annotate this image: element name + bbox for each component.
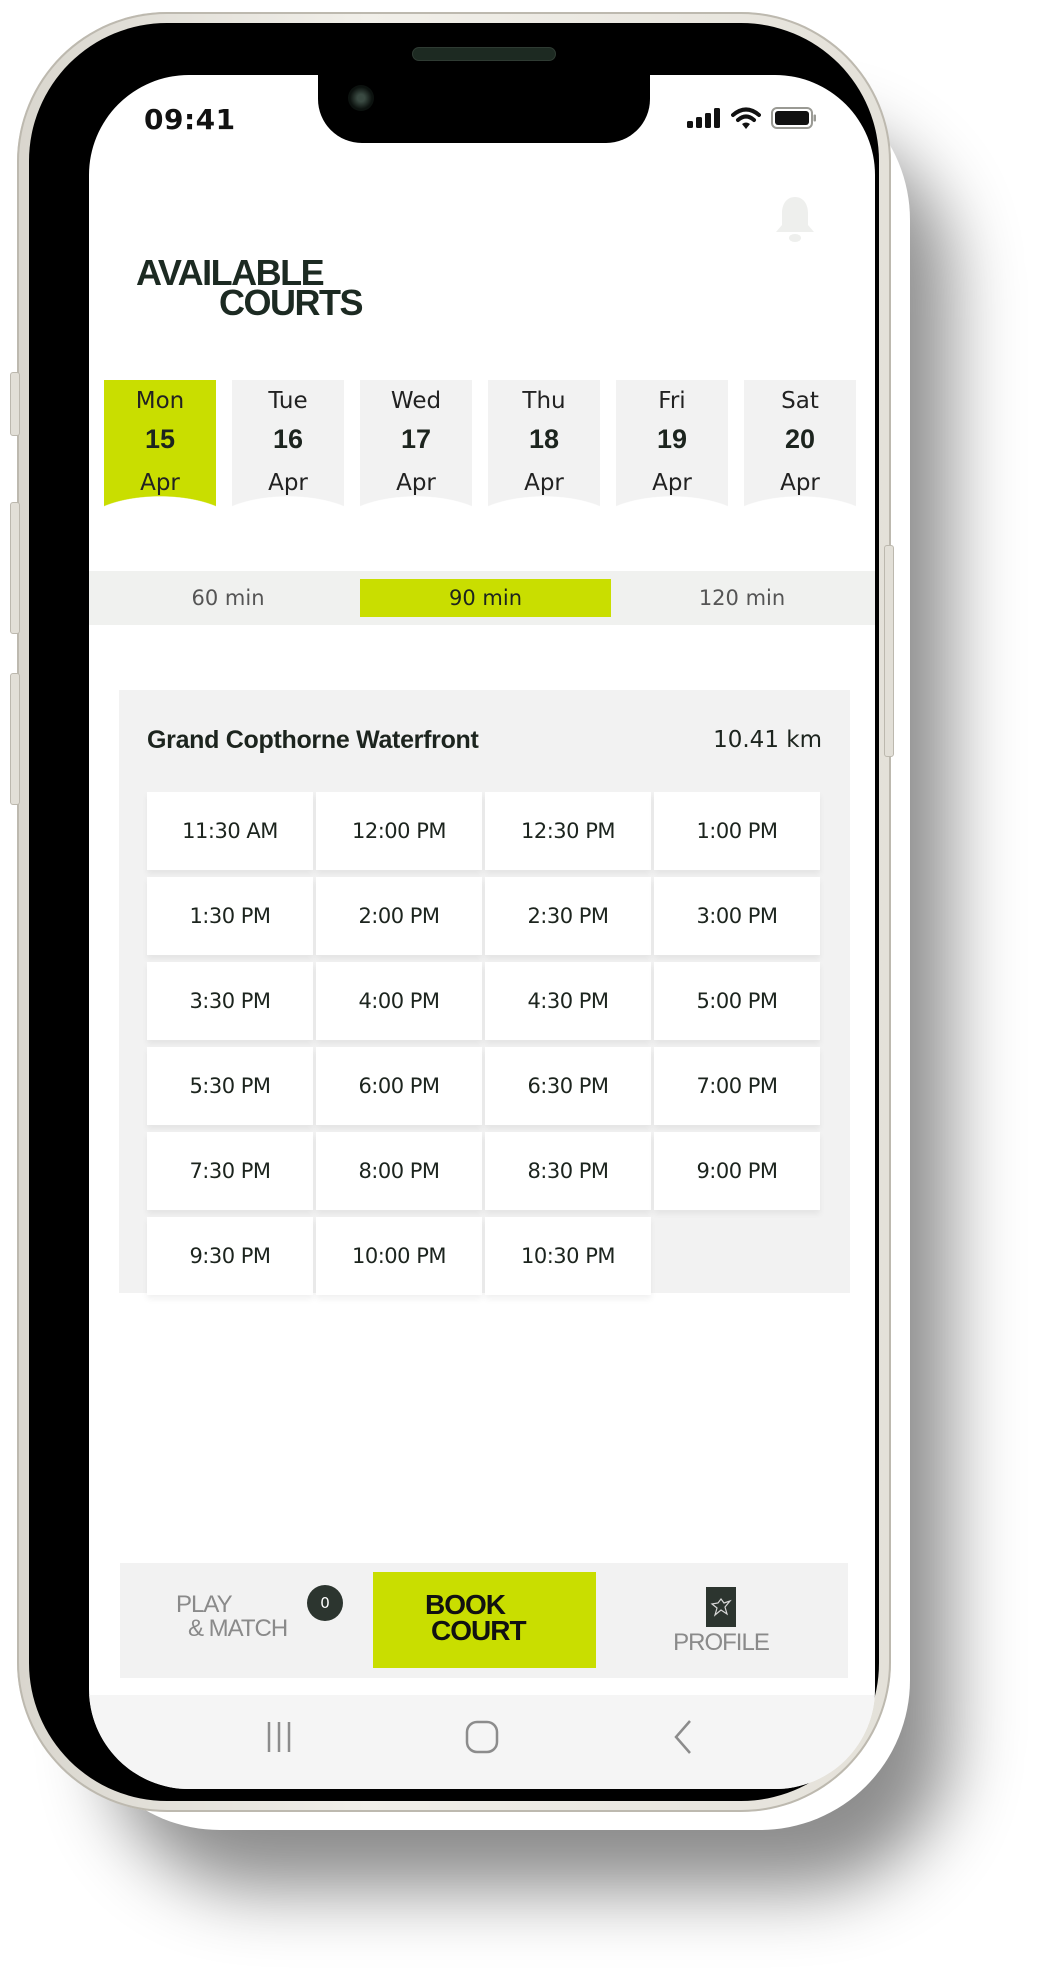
bottom-nav: PLAY & MATCH 0 BOOK COURT PROFILE [120,1563,848,1678]
time-slot[interactable]: 3:00 PM [654,877,820,955]
time-slot-grid: 11:30 AM 12:00 PM 12:30 PM 1:00 PM 1:30 … [147,792,820,1299]
time-slot[interactable]: 8:00 PM [316,1132,482,1210]
page-title: AVAILABLE COURTS [136,255,364,321]
battery-icon [771,107,816,129]
back-icon [674,1720,691,1754]
time-slot[interactable]: 9:00 PM [654,1132,820,1210]
bell-icon [776,197,814,242]
date-day: 18 [528,424,560,454]
side-button-power [884,545,894,757]
nav-profile[interactable]: PROFILE [666,1587,776,1657]
nav-play-label-line1: PLAY [176,1591,233,1618]
date-weekday: Wed [390,388,442,414]
time-slot[interactable]: 8:30 PM [485,1132,651,1210]
nav-play-and-match[interactable]: PLAY & MATCH [176,1591,288,1642]
duration-selector: 60 min 90 min 120 min [89,571,875,625]
time-slot[interactable]: 2:00 PM [316,877,482,955]
date-month: Apr [780,470,820,496]
date-day: 20 [784,424,816,454]
signal-icon [687,108,720,128]
system-nav-bar [89,1695,875,1789]
time-slot[interactable]: 1:30 PM [147,877,313,955]
date-tab-sat-20[interactable]: Sat 20 Apr [744,380,856,530]
venue-name: Grand Copthorne Waterfront [147,726,479,754]
time-slot[interactable]: 5:00 PM [654,962,820,1040]
time-slot[interactable]: 4:00 PM [316,962,482,1040]
camera-icon [348,85,374,111]
recents-icon [267,1722,291,1752]
date-tab-fri-19[interactable]: Fri 19 Apr [616,380,728,530]
duration-option-60[interactable]: 60 min [103,579,353,617]
time-slot[interactable]: 7:00 PM [654,1047,820,1125]
date-month: Apr [268,470,308,496]
venue-distance: 10.41 km [713,727,822,753]
speaker-grille [412,47,556,61]
home-button[interactable] [462,1717,502,1761]
date-day: 16 [272,424,304,454]
time-slot[interactable]: 12:30 PM [485,792,651,870]
time-slot[interactable]: 11:30 AM [147,792,313,870]
recents-button[interactable] [259,1717,299,1761]
notifications-button[interactable] [773,195,817,249]
play-match-badge: 0 [307,1585,343,1621]
date-weekday: Thu [522,388,566,414]
venue-card: Grand Copthorne Waterfront 10.41 km 11:3… [119,690,850,1295]
date-month: Apr [524,470,564,496]
date-month: Apr [396,470,436,496]
back-button[interactable] [664,1717,704,1761]
side-button-volume-up [10,502,20,634]
time-slot[interactable]: 12:00 PM [316,792,482,870]
screen: 09:41 AVAILABLE COURTS Mon 15 Apr Tue 16… [89,75,875,1789]
date-tab-wed-17[interactable]: Wed 17 Apr [360,380,472,530]
time-slot[interactable]: 10:30 PM [485,1217,651,1295]
status-time: 09:41 [144,103,236,136]
home-icon [465,1720,499,1754]
phone-bezel: 09:41 AVAILABLE COURTS Mon 15 Apr Tue 16… [29,23,879,1801]
time-slot[interactable]: 3:30 PM [147,962,313,1040]
date-weekday: Sat [781,388,819,414]
date-weekday: Fri [658,388,686,414]
status-icons [687,107,817,129]
duration-option-120[interactable]: 120 min [617,579,867,617]
time-slot[interactable]: 2:30 PM [485,877,651,955]
date-weekday: Tue [268,388,308,414]
time-slot[interactable]: 5:30 PM [147,1047,313,1125]
date-day: 19 [656,424,688,454]
profile-avatar-icon [706,1587,736,1627]
notch [318,75,650,143]
time-slot[interactable]: 7:30 PM [147,1132,313,1210]
time-slot[interactable]: 10:00 PM [316,1217,482,1295]
wifi-icon [731,107,761,129]
time-slot[interactable]: 6:30 PM [485,1047,651,1125]
date-picker: Mon 15 Apr Tue 16 Apr Wed 17 Apr Thu 18 … [104,380,856,530]
time-slot[interactable]: 9:30 PM [147,1217,313,1295]
date-month: Apr [652,470,692,496]
date-day: 17 [400,424,432,454]
time-slot[interactable]: 1:00 PM [654,792,820,870]
date-month: Apr [140,470,180,496]
side-button-action [10,372,20,436]
duration-option-90[interactable]: 90 min [360,579,611,617]
date-tab-mon-15[interactable]: Mon 15 Apr [104,380,216,530]
nav-play-label-line2: & MATCH [188,1615,288,1642]
nav-profile-label: PROFILE [673,1629,770,1656]
side-button-volume-down [10,673,20,805]
date-day: 15 [144,424,176,454]
nav-book-court[interactable]: BOOK COURT [373,1572,596,1668]
time-slot[interactable]: 4:30 PM [485,962,651,1040]
date-tab-tue-16[interactable]: Tue 16 Apr [232,380,344,530]
time-slot[interactable]: 6:00 PM [316,1047,482,1125]
nav-book-label-line2: COURT [431,1615,527,1646]
date-weekday: Mon [135,388,185,414]
date-tab-thu-18[interactable]: Thu 18 Apr [488,380,600,530]
